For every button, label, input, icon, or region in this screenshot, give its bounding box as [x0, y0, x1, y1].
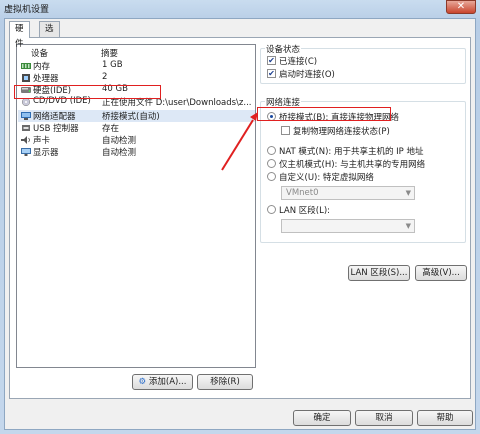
settings-dialog: 硬件 选项 设备 摘要 内存 1 GB 处理器 2 — [4, 18, 476, 430]
custom-network-select[interactable]: VMnet0 ▼ — [281, 186, 415, 200]
device-summary: 存在 — [102, 124, 120, 134]
connected-checkbox[interactable]: ✔ — [267, 56, 276, 65]
device-row-usb-controller[interactable]: USB 控制器 存在 — [18, 122, 255, 134]
lan-segments-button[interactable]: LAN 区段(S)... — [348, 265, 410, 281]
device-name: 显示器 — [33, 148, 59, 158]
custom-network-radio[interactable] — [267, 172, 276, 181]
chevron-down-icon: ▼ — [405, 189, 411, 197]
connect-at-power-on-label[interactable]: 启动时连接(O) — [279, 68, 335, 80]
device-row-memory[interactable]: 内存 1 GB — [18, 60, 255, 72]
device-row-network-adapter[interactable]: 网络适配器 桥接模式(自动) — [18, 110, 255, 122]
host-only-mode-radio[interactable] — [267, 159, 276, 168]
window-controls: ✕ — [442, 0, 476, 14]
lan-segment-label[interactable]: LAN 区段(L): — [279, 204, 330, 216]
device-name: 内存 — [33, 62, 51, 72]
network-adapter-icon — [21, 112, 31, 120]
device-row-processor[interactable]: 处理器 2 — [18, 72, 255, 84]
device-status-title: 设备状态 — [265, 43, 302, 55]
device-row-sound-card[interactable]: 声卡 自动检测 — [18, 134, 255, 146]
device-row-display[interactable]: 显示器 自动检测 — [18, 146, 255, 158]
nat-mode-radio[interactable] — [267, 146, 276, 155]
ok-button[interactable]: 确定 — [293, 410, 351, 426]
device-name: USB 控制器 — [33, 124, 79, 134]
window-title: 虚拟机设置 — [4, 5, 50, 15]
device-name: 处理器 — [33, 74, 59, 84]
device-status-group: 设备状态 ✔ 已连接(C) ✔ 启动时连接(O) — [260, 43, 466, 84]
cancel-button[interactable]: 取消 — [355, 410, 413, 426]
replicate-state-checkbox[interactable] — [281, 126, 290, 135]
title-bar[interactable]: 虚拟机设置 ✕ — [0, 0, 480, 18]
sound-card-icon — [21, 136, 30, 144]
processor-icon — [22, 74, 30, 82]
device-summary: 自动检测 — [102, 136, 137, 146]
device-summary: 1 GB — [102, 60, 123, 70]
help-button[interactable]: 帮助 — [417, 410, 473, 426]
add-button-label: 添加(A)... — [148, 377, 187, 387]
device-list-header: 设备 摘要 — [17, 45, 255, 59]
connect-at-power-on-checkbox[interactable]: ✔ — [267, 69, 276, 78]
lan-segment-select[interactable]: ▼ — [281, 219, 415, 233]
advanced-button[interactable]: 高级(V)... — [415, 265, 467, 281]
host-only-mode-label[interactable]: 仅主机模式(H): 与主机共享的专用网络 — [279, 158, 425, 170]
tab-options[interactable]: 选项 — [39, 21, 60, 49]
display-icon — [21, 148, 31, 156]
vm-settings-window: 虚拟机设置 ✕ 硬件 选项 设备 摘要 内存 1 GB — [0, 0, 480, 434]
bridged-mode-highlight — [257, 107, 391, 121]
connected-label[interactable]: 已连接(C) — [279, 55, 317, 67]
column-header-summary[interactable]: 摘要 — [101, 47, 118, 59]
device-summary: 桥接模式(自动) — [102, 112, 160, 122]
custom-network-label[interactable]: 自定义(U): 特定虚拟网络 — [279, 171, 374, 183]
device-name: 声卡 — [33, 136, 51, 146]
remove-device-button[interactable]: 移除(R) — [197, 374, 253, 390]
device-summary: 自动检测 — [102, 148, 137, 158]
chevron-down-icon: ▼ — [405, 222, 411, 230]
network-connection-group: 网络连接 桥接模式(B): 直接连接物理网络 复制物理网络连接状态(P) NAT… — [260, 96, 466, 243]
cd-dvd-icon — [21, 98, 31, 106]
custom-network-value: VMnet0 — [286, 188, 319, 198]
replicate-state-label[interactable]: 复制物理网络连接状态(P) — [293, 125, 390, 137]
nat-mode-label[interactable]: NAT 模式(N): 用于共享主机的 IP 地址 — [279, 145, 424, 157]
usb-controller-icon — [22, 125, 30, 131]
add-hardware-icon: ⚙ — [138, 377, 147, 387]
device-name: 网络适配器 — [33, 112, 76, 122]
column-header-device[interactable]: 设备 — [31, 47, 48, 59]
device-summary: 2 — [102, 72, 108, 82]
add-device-button[interactable]: ⚙ 添加(A)... — [132, 374, 193, 390]
close-icon[interactable]: ✕ — [446, 0, 476, 14]
memory-icon — [21, 63, 31, 69]
lan-segment-radio[interactable] — [267, 205, 276, 214]
network-adapter-highlight — [14, 85, 161, 99]
tab-hardware[interactable]: 硬件 — [9, 21, 30, 49]
